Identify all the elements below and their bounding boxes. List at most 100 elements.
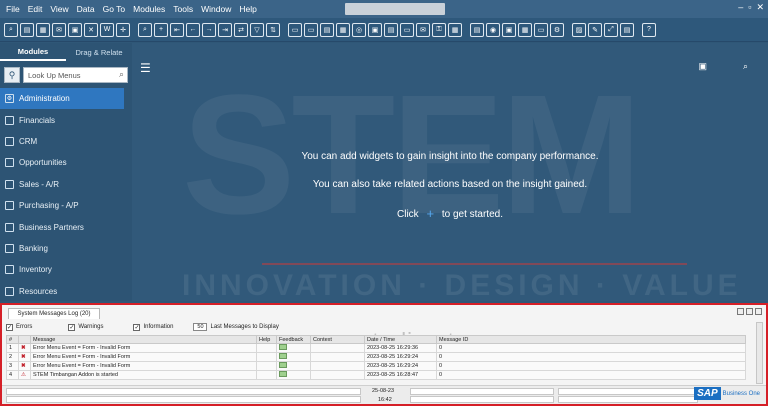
messages-icon[interactable]: ✉ bbox=[416, 22, 430, 37]
layout-icon[interactable]: ▣ bbox=[368, 22, 382, 37]
menu-search-input[interactable]: Look Up Menus ⌕ bbox=[23, 67, 128, 83]
row-id: 0 bbox=[436, 352, 746, 362]
table-row[interactable]: 2 ✖ Error Menu Event = Form - Invalid Fo… bbox=[6, 352, 746, 362]
help-icon[interactable]: ? bbox=[642, 22, 656, 37]
close-panel-icon[interactable] bbox=[755, 308, 762, 315]
document-icon[interactable]: ▭ bbox=[400, 22, 414, 37]
fullscreen-icon[interactable]: ⤢ bbox=[604, 22, 618, 37]
settings-icon[interactable]: ⚙ bbox=[550, 22, 564, 37]
add-icon[interactable]: + bbox=[154, 22, 168, 37]
payment-icon[interactable]: ◎ bbox=[352, 22, 366, 37]
feedback-icon[interactable] bbox=[279, 371, 287, 377]
information-filter[interactable]: ✓ Information bbox=[133, 323, 173, 331]
export-pdf-icon[interactable]: ▣ bbox=[68, 22, 82, 37]
table-row[interactable]: 4 ⚠ STEM Timbangan Addon is started 2023… bbox=[6, 370, 746, 380]
sidebar-item-business-partners[interactable]: Business Partners bbox=[0, 216, 132, 237]
sidebar-item-administration[interactable]: ⚙ Administration bbox=[0, 88, 124, 110]
message-count-select[interactable]: 50 bbox=[193, 323, 208, 331]
printer-setup-icon[interactable]: ▤ bbox=[620, 22, 634, 37]
export-excel-icon[interactable]: ✕ bbox=[84, 22, 98, 37]
menu-tools[interactable]: Tools bbox=[173, 4, 193, 14]
export-word-icon[interactable]: W bbox=[100, 22, 114, 37]
row-feedback[interactable] bbox=[276, 343, 311, 353]
sidebar-item-sales[interactable]: Sales - A/R bbox=[0, 174, 132, 195]
report-icon[interactable]: ▣ bbox=[502, 22, 516, 37]
gross-profit-icon[interactable]: ▤ bbox=[320, 22, 334, 37]
lock-icon[interactable]: ⚿ bbox=[432, 22, 446, 37]
restore-icon[interactable]: ▫ bbox=[748, 2, 751, 13]
menu-edit[interactable]: Edit bbox=[28, 4, 43, 14]
row-feedback[interactable] bbox=[276, 361, 311, 371]
widget-gallery-icon[interactable]: ▣ bbox=[698, 61, 707, 72]
first-record-icon[interactable]: ⇤ bbox=[170, 22, 184, 37]
refresh-icon[interactable]: ⇄ bbox=[234, 22, 248, 37]
previous-record-icon[interactable]: ← bbox=[186, 22, 200, 37]
message-count: 50 Last Messages to Display bbox=[193, 323, 279, 331]
redacted-company-name bbox=[344, 3, 445, 15]
search-icon[interactable]: ⌕ bbox=[743, 61, 748, 72]
move-icon[interactable]: ✛ bbox=[116, 22, 130, 37]
menu-modules[interactable]: Modules bbox=[133, 4, 165, 14]
calendar-icon[interactable]: ▦ bbox=[448, 22, 462, 37]
sidebar-item-label: Financials bbox=[19, 115, 56, 125]
feedback-icon[interactable] bbox=[279, 344, 287, 350]
filter-icon[interactable]: ▽ bbox=[250, 22, 264, 37]
search-icon[interactable]: ⌕ bbox=[119, 69, 124, 80]
bank-icon bbox=[5, 243, 14, 253]
form-settings-icon[interactable]: ▤ bbox=[384, 22, 398, 37]
sidebar-item-opportunities[interactable]: Opportunities bbox=[0, 152, 132, 173]
sort-icon[interactable]: ⇅ bbox=[266, 22, 280, 37]
sidebar-item-resources[interactable]: Resources bbox=[0, 281, 132, 302]
print-icon[interactable]: ▤ bbox=[20, 22, 34, 37]
chat-icon[interactable]: ◉ bbox=[486, 22, 500, 37]
target-document-icon[interactable]: ▭ bbox=[304, 22, 318, 37]
menu-file[interactable]: File bbox=[6, 4, 20, 14]
errors-checkbox[interactable]: ✓ bbox=[6, 323, 13, 331]
row-id: 0 bbox=[436, 370, 746, 380]
minimize-panel-icon[interactable] bbox=[737, 308, 744, 315]
row-feedback[interactable] bbox=[276, 370, 311, 380]
feedback-icon[interactable] bbox=[279, 362, 287, 368]
hamburger-menu-icon[interactable]: ☰ bbox=[140, 61, 151, 75]
menu-data[interactable]: Data bbox=[77, 4, 95, 14]
find-icon[interactable]: ⌕ bbox=[138, 22, 152, 37]
sidebar-item-crm[interactable]: CRM bbox=[0, 131, 132, 152]
query-icon[interactable]: ▦ bbox=[518, 22, 532, 37]
tab-modules[interactable]: Modules bbox=[0, 43, 66, 61]
tab-system-messages-log[interactable]: System Messages Log (20) bbox=[8, 308, 100, 319]
menu-goto[interactable]: Go To bbox=[103, 4, 126, 14]
restore-panel-icon[interactable] bbox=[746, 308, 753, 315]
feedback-icon[interactable] bbox=[279, 353, 287, 359]
menu-window[interactable]: Window bbox=[201, 4, 231, 14]
print-preview-icon[interactable]: ▦ bbox=[36, 22, 50, 37]
search-icon[interactable]: ⌕ bbox=[4, 22, 18, 37]
errors-filter[interactable]: ✓ Errors bbox=[6, 323, 32, 331]
sidebar-item-banking[interactable]: Banking bbox=[0, 238, 132, 259]
sidebar-item-purchasing[interactable]: Purchasing - A/P bbox=[0, 195, 132, 216]
menu-view[interactable]: View bbox=[50, 4, 68, 14]
sidebar-item-inventory[interactable]: Inventory bbox=[0, 259, 132, 280]
menu-help[interactable]: Help bbox=[239, 4, 256, 14]
warnings-filter[interactable]: ✓ Warnings bbox=[68, 323, 103, 331]
cockpit-icon[interactable]: ▭ bbox=[534, 22, 548, 37]
menu-filter-button[interactable]: ⚲ bbox=[4, 67, 20, 83]
base-document-icon[interactable]: ▭ bbox=[288, 22, 302, 37]
sidebar-item-financials[interactable]: Financials bbox=[0, 109, 132, 130]
journal-icon[interactable]: ▦ bbox=[336, 22, 350, 37]
last-record-icon[interactable]: ⇥ bbox=[218, 22, 232, 37]
calculator-icon[interactable]: ▤ bbox=[470, 22, 484, 37]
table-row[interactable]: 3 ✖ Error Menu Event = Form - Invalid Fo… bbox=[6, 361, 746, 371]
tab-drag-relate[interactable]: Drag & Relate bbox=[66, 43, 132, 61]
minimize-icon[interactable]: – bbox=[738, 2, 743, 13]
picture-icon[interactable]: ▨ bbox=[572, 22, 586, 37]
email-icon[interactable]: ✉ bbox=[52, 22, 66, 37]
warnings-checkbox[interactable]: ✓ bbox=[68, 323, 76, 331]
add-widget-icon[interactable]: + bbox=[426, 206, 434, 221]
close-icon[interactable]: ✕ bbox=[756, 2, 764, 13]
information-checkbox[interactable]: ✓ bbox=[133, 323, 141, 331]
edit-icon[interactable]: ✎ bbox=[588, 22, 602, 37]
messages-scrollbar[interactable] bbox=[756, 322, 763, 384]
row-feedback[interactable] bbox=[276, 352, 311, 362]
next-record-icon[interactable]: → bbox=[202, 22, 216, 37]
table-row[interactable]: 1 ✖ Error Menu Event = Form - Invalid Fo… bbox=[6, 343, 746, 353]
